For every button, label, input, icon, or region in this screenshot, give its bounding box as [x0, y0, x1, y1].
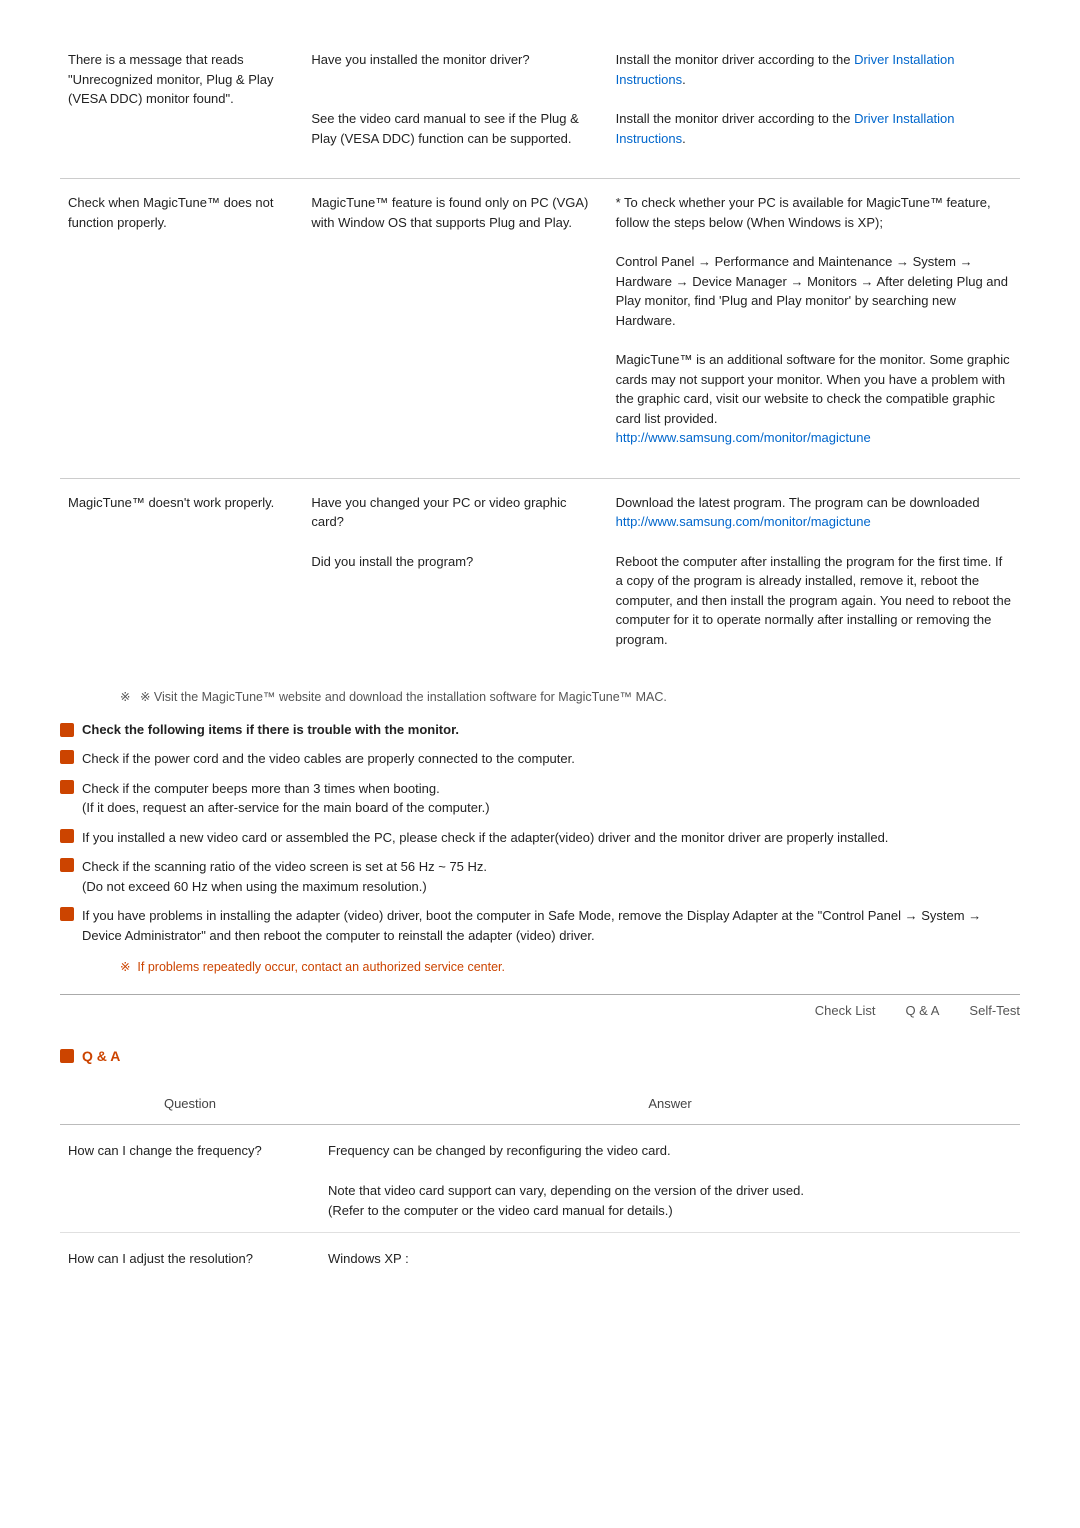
list-item: If you installed a new video card or ass…	[60, 828, 1020, 848]
checklist-section-header: Check the following items if there is tr…	[60, 722, 1020, 737]
qa-table-header: Question Answer	[60, 1084, 1020, 1125]
problem-cell: MagicTune™ doesn't work properly.	[60, 478, 303, 659]
table-row: MagicTune™ doesn't work properly. Have y…	[60, 478, 1020, 542]
qa-col-question-header: Question	[60, 1084, 320, 1125]
solution-cell: Download the latest program. The program…	[608, 478, 1020, 542]
solution-cell: MagicTune™ is an additional software for…	[608, 340, 1020, 458]
service-center-note: ※ If problems repeatedly occur, contact …	[120, 959, 1020, 974]
nav-qa[interactable]: Q & A	[905, 1003, 939, 1018]
magictune-link-1[interactable]: http://www.samsung.com/monitor/magictune	[616, 430, 871, 445]
solution-cell: Install the monitor driver according to …	[608, 40, 1020, 99]
cause-cell: Did you install the program?	[303, 542, 607, 660]
qa-row: How can I adjust the resolution? Windows…	[60, 1232, 1020, 1279]
asterisk-icon: ※	[120, 690, 130, 704]
solution-cell: Control Panel → Performance and Maintena…	[608, 242, 1020, 340]
qa-question: How can I change the frequency?	[60, 1125, 320, 1232]
cause-cell: Have you changed your PC or video graphi…	[303, 478, 607, 542]
qa-answer: Note that video card support can vary, d…	[320, 1171, 1020, 1232]
qa-section-header: Q & A	[60, 1048, 1020, 1064]
magictune-link-2[interactable]: http://www.samsung.com/monitor/magictune	[616, 514, 871, 529]
solution-cell: Reboot the computer after installing the…	[608, 542, 1020, 660]
driver-instructions-link-2[interactable]: Driver Installation Instructions	[616, 111, 955, 146]
cause-cell: Have you installed the monitor driver?	[303, 40, 607, 99]
troubleshooting-table: There is a message that reads "Unrecogni…	[60, 40, 1020, 659]
qa-table: Question Answer How can I change the fre…	[60, 1084, 1020, 1279]
asterisk-icon-2: ※	[120, 960, 137, 974]
qa-answer: Frequency can be changed by reconfigurin…	[320, 1125, 1020, 1172]
list-item: Check if the scanning ratio of the video…	[60, 857, 1020, 896]
magictune-mac-note: ※ ※ Visit the MagicTune™ website and dow…	[120, 689, 1020, 704]
bullet-icon	[60, 829, 74, 843]
cause-cell: See the video card manual to see if the …	[303, 99, 607, 158]
qa-answer: Windows XP :	[320, 1232, 1020, 1279]
section-icon	[60, 723, 74, 737]
driver-instructions-link-1[interactable]: Driver Installation Instructions	[616, 52, 955, 87]
nav-checklist[interactable]: Check List	[815, 1003, 876, 1018]
table-row: There is a message that reads "Unrecogni…	[60, 40, 1020, 99]
bullet-icon	[60, 907, 74, 921]
bullet-icon	[60, 750, 74, 764]
problem-cell: Check when MagicTune™ does not function …	[60, 179, 303, 458]
qa-col-answer-header: Answer	[320, 1084, 1020, 1125]
bullet-icon	[60, 780, 74, 794]
qa-icon	[60, 1049, 74, 1063]
bullet-icon	[60, 858, 74, 872]
cause-cell: MagicTune™ feature is found only on PC (…	[303, 179, 607, 458]
list-item: Check if the power cord and the video ca…	[60, 749, 1020, 769]
nav-selftest[interactable]: Self-Test	[969, 1003, 1020, 1018]
table-row: Check when MagicTune™ does not function …	[60, 179, 1020, 243]
page-navigation: Check List Q & A Self-Test	[60, 994, 1020, 1018]
problem-cell: There is a message that reads "Unrecogni…	[60, 40, 303, 158]
solution-cell: * To check whether your PC is available …	[608, 179, 1020, 243]
qa-row: How can I change the frequency? Frequenc…	[60, 1125, 1020, 1172]
qa-question: How can I adjust the resolution?	[60, 1232, 320, 1279]
list-item: Check if the computer beeps more than 3 …	[60, 779, 1020, 818]
list-item: If you have problems in installing the a…	[60, 906, 1020, 945]
solution-cell: Install the monitor driver according to …	[608, 99, 1020, 158]
checklist-list: Check if the power cord and the video ca…	[60, 749, 1020, 945]
